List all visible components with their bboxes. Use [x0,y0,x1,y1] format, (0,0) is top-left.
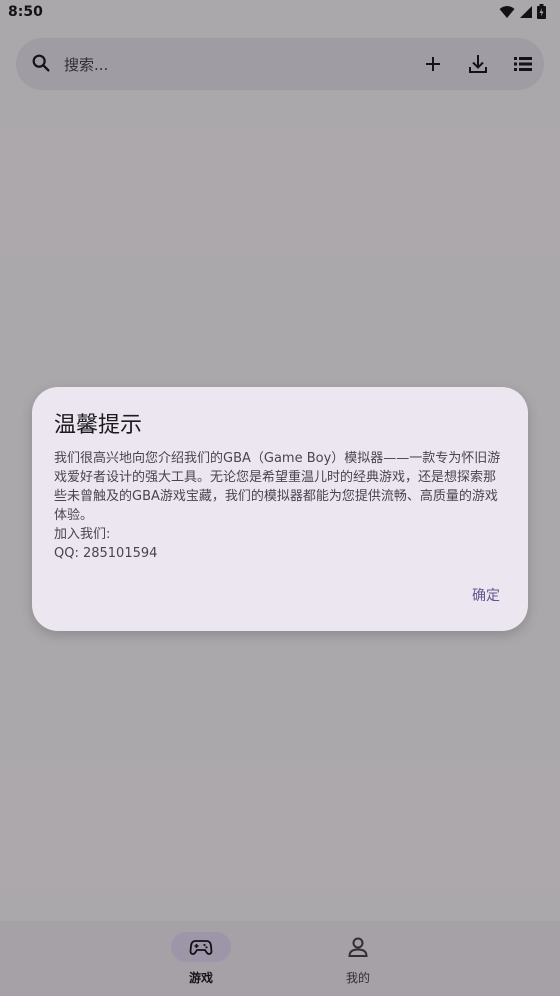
dialog-title: 温馨提示 [54,413,143,438]
dialog-intro-text: 我们很高兴地向您介绍我们的GBA（Game Boy）模拟器——一款专为怀旧游戏爱… [54,451,501,523]
confirm-button[interactable]: 确定 [472,585,500,605]
notice-dialog: 温馨提示 我们很高兴地向您介绍我们的GBA（Game Boy）模拟器——一款专为… [32,387,528,631]
dialog-qq-text: QQ: 285101594 [54,546,158,561]
dialog-body: 我们很高兴地向您介绍我们的GBA（Game Boy）模拟器——一款专为怀旧游戏爱… [54,449,508,563]
dialog-join-text: 加入我们: [54,527,111,542]
